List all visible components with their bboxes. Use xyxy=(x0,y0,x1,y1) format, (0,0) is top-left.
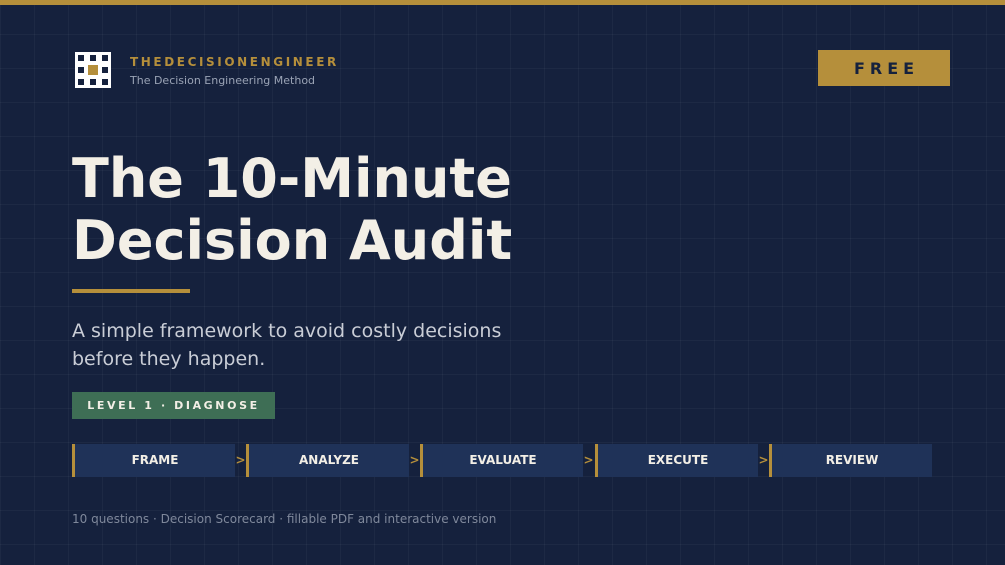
process-steps: FRAME > ANALYZE > EVALUATE > EXECUTE > R… xyxy=(72,444,933,477)
step-review[interactable]: REVIEW xyxy=(769,444,932,477)
chevron-right-icon: > xyxy=(235,453,246,467)
step-analyze[interactable]: ANALYZE xyxy=(246,444,409,477)
top-accent-bar xyxy=(0,0,1005,5)
step-execute[interactable]: EXECUTE xyxy=(595,444,758,477)
subtitle-line-2: before they happen. xyxy=(72,348,266,370)
logo-center-square xyxy=(88,65,98,75)
page-title-line-1: The 10-Minute xyxy=(72,147,512,210)
chevron-right-icon: > xyxy=(583,453,594,467)
title-underline-divider xyxy=(72,289,190,293)
brand-tagline: The Decision Engineering Method xyxy=(130,74,316,87)
chevron-right-icon: > xyxy=(758,453,769,467)
page-title-line-2: Decision Audit xyxy=(72,209,513,272)
step-frame[interactable]: FRAME xyxy=(72,444,235,477)
level-badge: LEVEL 1 · DIAGNOSE xyxy=(72,392,275,419)
chevron-right-icon: > xyxy=(409,453,420,467)
footnote: 10 questions · Decision Scorecard · fill… xyxy=(72,512,497,526)
free-badge-button[interactable]: FREE xyxy=(818,50,950,86)
subtitle: A simple framework to avoid costly decis… xyxy=(72,317,501,373)
page-title: The 10-Minute Decision Audit xyxy=(72,148,512,272)
grid-logo-icon xyxy=(75,52,111,88)
subtitle-line-1: A simple framework to avoid costly decis… xyxy=(72,320,502,342)
step-evaluate[interactable]: EVALUATE xyxy=(420,444,583,477)
brand-name: THEDECISIONENGINEER xyxy=(130,55,339,69)
